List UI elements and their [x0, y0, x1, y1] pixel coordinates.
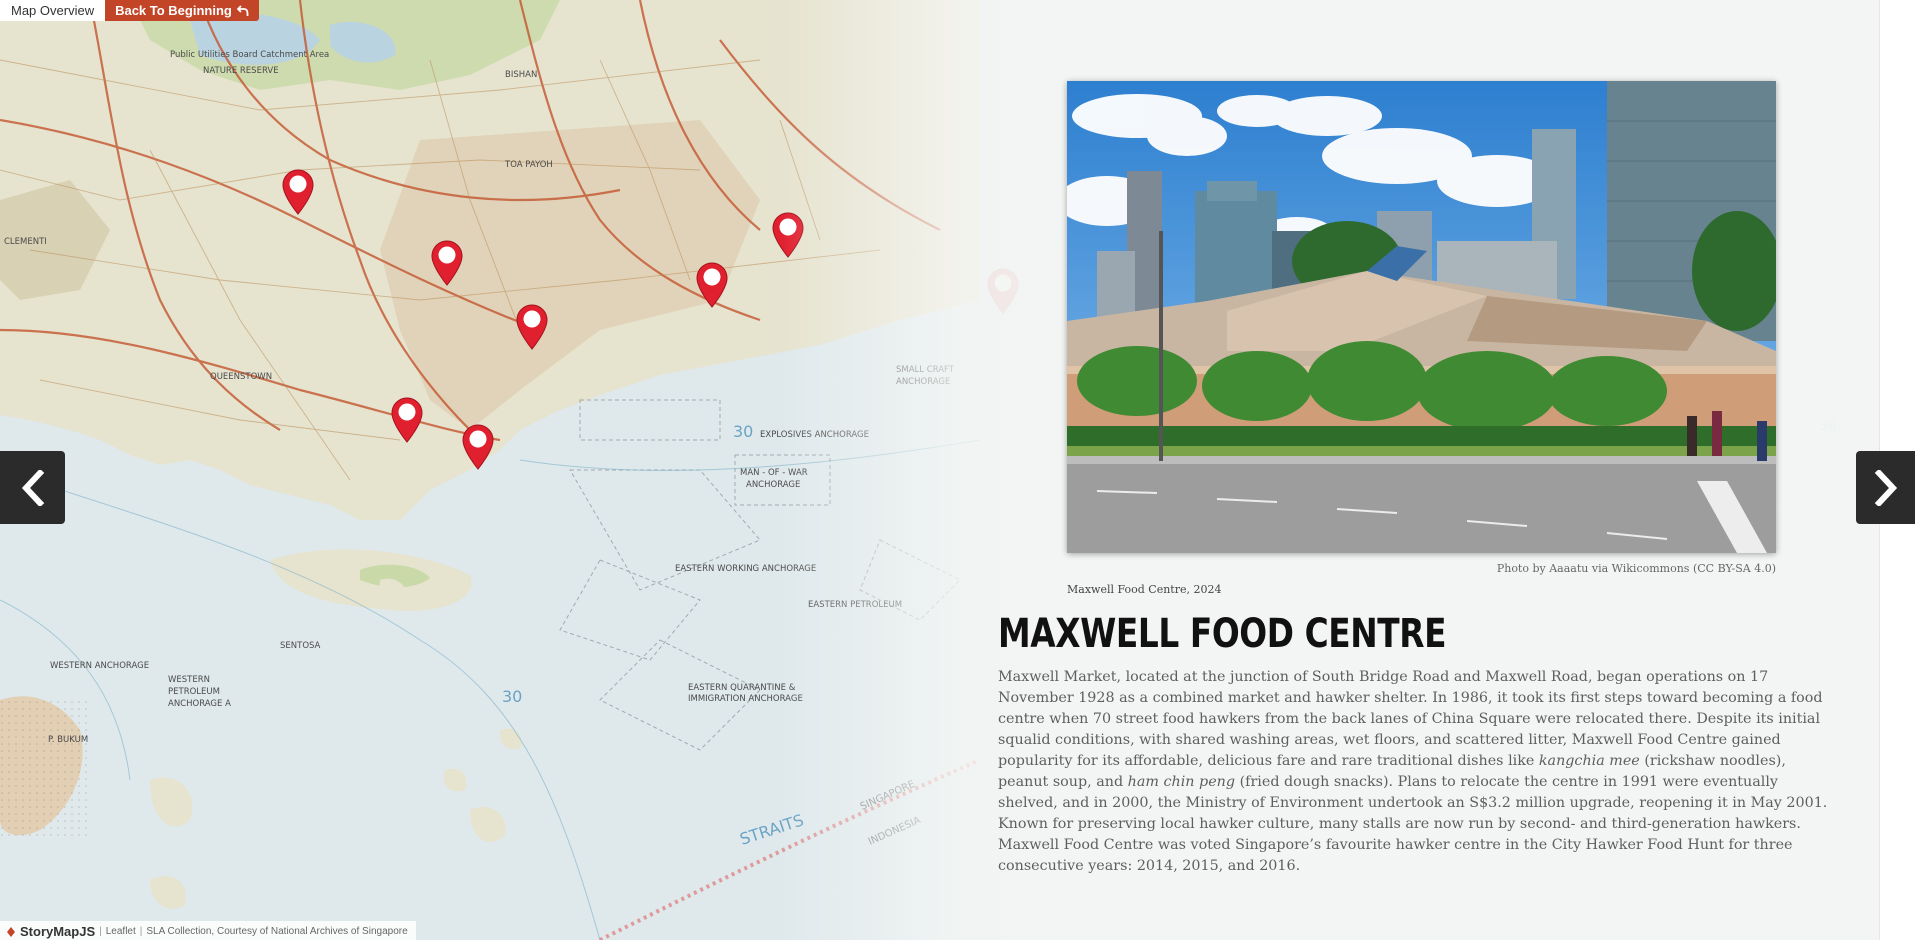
slide-headline: MAXWELL FOOD CENTRE	[998, 611, 1447, 657]
slide-photo	[1067, 81, 1776, 553]
chevron-left-icon	[21, 469, 44, 506]
attribution-separator: |	[99, 926, 102, 937]
map-overview-button[interactable]: Map Overview	[0, 0, 106, 21]
previous-slide-button[interactable]	[0, 451, 65, 524]
attribution-separator: |	[139, 926, 143, 937]
map-attribution: StoryMapJS | Leaflet | SLA Collection, C…	[0, 921, 416, 940]
back-to-beginning-label: Back To Beginning	[115, 3, 232, 18]
photo-credit: Photo by Aaaatu via Wikicommons (CC BY-S…	[1496, 562, 1776, 575]
body-emphasis: ham chin peng	[1127, 774, 1236, 790]
slide-body: Maxwell Market, located at the junction …	[998, 667, 1840, 877]
hawker-centre-photo	[1067, 81, 1776, 553]
body-emphasis: kangchia mee	[1538, 753, 1640, 769]
map-source-credit: SLA Collection, Courtesy of National Arc…	[146, 926, 408, 937]
chevron-right-icon	[1874, 469, 1897, 506]
undo-arrow-icon	[236, 4, 249, 16]
storymapjs-link[interactable]: StoryMapJS	[20, 924, 95, 939]
top-controls: Map Overview Back To Beginning	[0, 0, 259, 21]
photo-caption: Maxwell Food Centre, 2024	[1067, 583, 1222, 596]
back-to-beginning-button[interactable]: Back To Beginning	[105, 0, 259, 21]
storymap-logo-icon	[7, 926, 15, 937]
next-slide-button[interactable]	[1856, 451, 1915, 524]
leaflet-link[interactable]: Leaflet	[106, 926, 136, 937]
